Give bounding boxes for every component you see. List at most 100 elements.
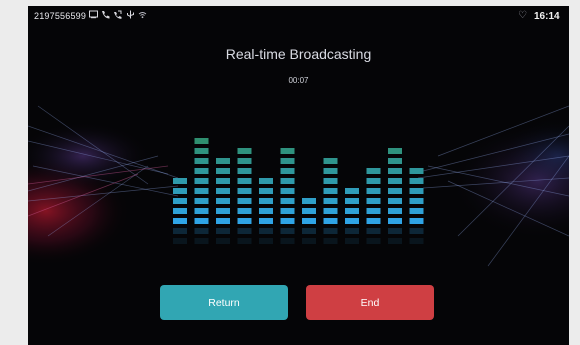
equalizer-block	[280, 148, 295, 154]
equalizer-reflection	[173, 228, 187, 234]
equalizer-block	[237, 208, 252, 214]
equalizer-block	[409, 198, 424, 204]
equalizer-bar	[237, 148, 252, 244]
equalizer-reflection	[323, 228, 338, 234]
equalizer-block	[194, 158, 209, 164]
equalizer-block	[280, 158, 295, 164]
equalizer-bar	[366, 168, 381, 244]
audio-level-equalizer	[173, 138, 424, 244]
equalizer-block	[323, 178, 338, 184]
equalizer-block	[194, 178, 209, 184]
equalizer-block	[259, 218, 273, 224]
equalizer-reflection	[280, 228, 295, 234]
equalizer-block	[216, 158, 230, 164]
equalizer-bar	[345, 188, 359, 244]
return-button[interactable]: Return	[160, 285, 288, 320]
equalizer-block	[302, 198, 316, 204]
equalizer-block	[216, 178, 230, 184]
equalizer-block	[194, 148, 209, 154]
equalizer-reflection	[409, 238, 424, 244]
equalizer-block	[216, 188, 230, 194]
equalizer-block	[345, 188, 359, 194]
equalizer-block	[280, 178, 295, 184]
equalizer-block	[345, 208, 359, 214]
equalizer-block	[237, 198, 252, 204]
equalizer-block	[194, 208, 209, 214]
equalizer-block	[409, 168, 424, 174]
equalizer-reflection	[345, 228, 359, 234]
equalizer-block	[323, 218, 338, 224]
equalizer-block	[194, 168, 209, 174]
equalizer-block	[237, 218, 252, 224]
equalizer-bar	[259, 178, 273, 244]
equalizer-block	[173, 208, 187, 214]
equalizer-block	[409, 218, 424, 224]
equalizer-reflection	[345, 238, 359, 244]
equalizer-block	[302, 208, 316, 214]
equalizer-reflection	[194, 228, 209, 234]
equalizer-reflection	[366, 238, 381, 244]
equalizer-block	[280, 218, 295, 224]
equalizer-block	[323, 208, 338, 214]
equalizer-block	[388, 188, 402, 194]
equalizer-block	[259, 188, 273, 194]
equalizer-block	[194, 188, 209, 194]
equalizer-reflection	[280, 238, 295, 244]
end-button[interactable]: End	[306, 285, 434, 320]
equalizer-block	[323, 158, 338, 164]
equalizer-reflection	[194, 238, 209, 244]
equalizer-reflection	[216, 238, 230, 244]
equalizer-reflection	[259, 238, 273, 244]
equalizer-block	[280, 198, 295, 204]
equalizer-reflection	[173, 238, 187, 244]
equalizer-block	[173, 178, 187, 184]
equalizer-block	[216, 208, 230, 214]
equalizer-block	[259, 208, 273, 214]
equalizer-block	[388, 178, 402, 184]
equalizer-block	[388, 168, 402, 174]
equalizer-block	[409, 208, 424, 214]
equalizer-block	[194, 138, 209, 144]
equalizer-block	[366, 168, 381, 174]
equalizer-block	[216, 198, 230, 204]
equalizer-block	[323, 168, 338, 174]
equalizer-block	[237, 188, 252, 194]
equalizer-block	[388, 158, 402, 164]
equalizer-block	[366, 188, 381, 194]
equalizer-block	[323, 188, 338, 194]
equalizer-block	[409, 178, 424, 184]
broadcast-screen: 2197556599 ♡ 16:14 Real-time Broadcastin…	[28, 6, 569, 345]
equalizer-bar	[280, 148, 295, 244]
equalizer-bar	[409, 168, 424, 244]
equalizer-block	[302, 218, 316, 224]
equalizer-bar	[388, 148, 402, 244]
equalizer-reflection	[216, 228, 230, 234]
equalizer-reflection	[302, 238, 316, 244]
equalizer-block	[194, 198, 209, 204]
equalizer-block	[173, 188, 187, 194]
equalizer-block	[388, 148, 402, 154]
equalizer-block	[216, 218, 230, 224]
equalizer-reflection	[237, 228, 252, 234]
equalizer-block	[216, 168, 230, 174]
equalizer-block	[280, 188, 295, 194]
equalizer-bar	[194, 138, 209, 244]
equalizer-block	[259, 198, 273, 204]
equalizer-block	[237, 158, 252, 164]
equalizer-block	[388, 198, 402, 204]
equalizer-bar	[302, 198, 316, 244]
equalizer-block	[237, 148, 252, 154]
equalizer-block	[259, 178, 273, 184]
equalizer-block	[345, 218, 359, 224]
equalizer-block	[173, 198, 187, 204]
equalizer-block	[280, 208, 295, 214]
equalizer-reflection	[388, 228, 402, 234]
equalizer-block	[323, 198, 338, 204]
equalizer-bar	[323, 158, 338, 244]
equalizer-reflection	[302, 228, 316, 234]
equalizer-block	[409, 188, 424, 194]
equalizer-reflection	[259, 228, 273, 234]
equalizer-block	[388, 218, 402, 224]
equalizer-block	[366, 178, 381, 184]
equalizer-block	[366, 198, 381, 204]
